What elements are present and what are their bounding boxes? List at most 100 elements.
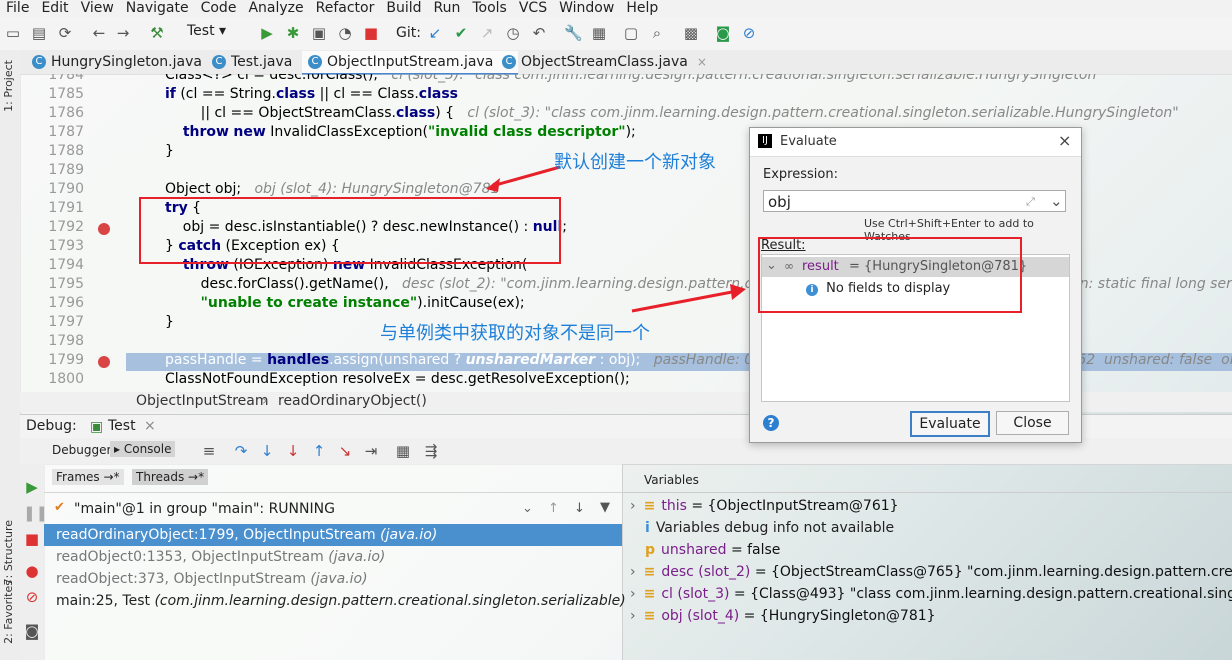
menu-item-tools[interactable]: Tools: [466, 0, 513, 18]
help-icon[interactable]: ?: [763, 415, 779, 431]
expand-chevron-icon[interactable]: ›: [630, 564, 636, 580]
back-icon[interactable]: ←: [90, 24, 108, 42]
stack-frame[interactable]: main:25, Test (com.jinm.learning.design.…: [56, 593, 626, 609]
menu-item-build[interactable]: Build: [380, 0, 427, 18]
coverage-icon[interactable]: ▣: [310, 24, 328, 42]
step-over-icon[interactable]: ↷: [232, 442, 250, 460]
menu-item-navigate[interactable]: Navigate: [120, 0, 195, 18]
git-push-icon[interactable]: ↗: [478, 24, 496, 42]
run-icon[interactable]: ▶: [258, 24, 276, 42]
menu-item-help[interactable]: Help: [620, 0, 664, 18]
tab-objectinputstream[interactable]: CObjectInputStream.java×: [302, 51, 519, 75]
camera-icon[interactable]: ◙: [23, 622, 41, 640]
build-hammer-icon[interactable]: ⚒: [148, 24, 166, 42]
variable-row[interactable]: i Variables debug info not available: [630, 520, 894, 536]
git-commit-icon[interactable]: ✔: [452, 24, 470, 42]
tab-objectstreamclass[interactable]: C ObjectStreamClass.java ×: [496, 51, 713, 73]
menu-item-window[interactable]: Window: [553, 0, 620, 18]
power-save-icon[interactable]: ⊘: [740, 24, 758, 42]
trace-icon[interactable]: ⇶: [422, 442, 440, 460]
expression-input[interactable]: obj ⤢ ⌄: [763, 190, 1066, 212]
save-icon[interactable]: ▤: [30, 24, 48, 42]
menu-item-run[interactable]: Run: [428, 0, 467, 18]
tasks-icon[interactable]: ▩: [682, 24, 700, 42]
tab-test[interactable]: CTest.java×: [206, 51, 317, 73]
expand-icon[interactable]: ⤢: [1026, 191, 1035, 213]
variable-row[interactable]: › ≡ desc (slot_2) = {ObjectStreamClass@765…: [630, 564, 1232, 580]
evaluate-button[interactable]: Evaluate: [910, 411, 990, 437]
filter-icon[interactable]: ▼: [600, 500, 610, 515]
debug-config-tab[interactable]: Test: [108, 418, 136, 434]
expand-chevron-icon[interactable]: ›: [630, 608, 636, 624]
git-revert-icon[interactable]: ↶: [530, 24, 548, 42]
frame-up-icon[interactable]: ↑: [548, 501, 559, 516]
menu-item-vcs[interactable]: VCS: [513, 0, 553, 18]
project-tool-tab[interactable]: 1: Project: [2, 60, 15, 112]
tab-label: ObjectInputStream.java: [327, 54, 494, 70]
force-step-into-icon[interactable]: ↓: [284, 442, 302, 460]
settings-wrench-icon[interactable]: 🔧: [564, 24, 583, 42]
debugger-tab[interactable]: Debugger: [52, 443, 111, 457]
stack-frame[interactable]: readObject0:1353, ObjectInputStream (jav…: [56, 549, 385, 565]
menu-item-view[interactable]: View: [75, 0, 120, 18]
profile-icon[interactable]: ◔: [336, 24, 354, 42]
breadcrumb-separator: ›: [262, 393, 268, 409]
search-icon[interactable]: ⌕: [648, 24, 666, 42]
run-to-cursor-icon[interactable]: ⇥: [362, 442, 380, 460]
expand-chevron-icon[interactable]: ›: [630, 498, 636, 514]
history-dropdown-icon[interactable]: ⌄: [1050, 190, 1063, 212]
structure-tool-tab[interactable]: 7: Structure: [2, 520, 15, 585]
menu-item-refactor[interactable]: Refactor: [310, 0, 381, 18]
variable-row[interactable]: › ≡ cl (slot_3) = {Class@493} "class com.j…: [630, 586, 1232, 602]
favorites-tool-tab[interactable]: 2: Favorites: [2, 580, 15, 644]
close-tab-icon[interactable]: ×: [144, 418, 156, 434]
run-config-select[interactable]: Test ▾: [187, 23, 226, 39]
variable-row[interactable]: › ≡ this = {ObjectInputStream@761}: [630, 498, 899, 514]
threads-tab[interactable]: Threads →*: [132, 469, 209, 485]
frame-down-icon[interactable]: ↓: [574, 501, 585, 516]
close-tab-icon[interactable]: ×: [697, 55, 707, 69]
project-structure-icon[interactable]: ▦: [590, 24, 608, 42]
forward-icon[interactable]: →: [114, 24, 132, 42]
variable-row[interactable]: p unshared = false: [630, 542, 780, 558]
show-execution-point-icon[interactable]: ≡: [200, 442, 218, 460]
stop-debug-icon[interactable]: ■: [23, 530, 41, 548]
step-out-icon[interactable]: ↑: [310, 442, 328, 460]
git-label: Git:: [396, 25, 421, 41]
expand-chevron-icon[interactable]: ›: [630, 586, 636, 602]
menu-item-file[interactable]: File: [0, 0, 35, 18]
open-folder-icon[interactable]: ▭: [4, 24, 22, 42]
breadcrumb-method[interactable]: readOrdinaryObject(): [278, 393, 427, 409]
resume-icon[interactable]: ▶: [23, 478, 41, 496]
thread-selector[interactable]: ✔ "main"@1 in group "main": RUNNING ⌄ ↑ …: [44, 497, 622, 523]
menu-item-code[interactable]: Code: [195, 0, 243, 18]
git-history-icon[interactable]: ◷: [504, 24, 522, 42]
evaluate-expression-icon[interactable]: ▦: [394, 442, 412, 460]
stack-frame[interactable]: readOrdinaryObject:1799, ObjectInputStre…: [56, 527, 437, 543]
mute-breakpoints-icon[interactable]: ⊘: [23, 588, 41, 606]
debug-config-icon: ▣: [90, 419, 104, 435]
close-button[interactable]: Close: [996, 411, 1069, 435]
view-breakpoints-icon[interactable]: ●: [23, 562, 41, 580]
stack-frame[interactable]: readObject:373, ObjectInputStream (java.…: [56, 571, 368, 587]
drop-frame-icon[interactable]: ↘: [336, 442, 354, 460]
console-tab[interactable]: ▸ Console: [110, 441, 176, 457]
menu-bar: File Edit View Navigate Code Analyze Refactor B…: [0, 0, 1232, 18]
tab-hungrysingleton[interactable]: CHungrySingleton.java×: [26, 51, 227, 73]
activity-monitor-icon[interactable]: ◙: [714, 24, 732, 42]
window-icon[interactable]: ▢: [622, 24, 640, 42]
step-into-icon[interactable]: ↓: [258, 442, 276, 460]
debug-icon[interactable]: ✱: [284, 24, 302, 42]
variable-row[interactable]: › ≡ obj (slot_4) = {HungrySingleton@781}: [630, 608, 936, 624]
frames-tab[interactable]: Frames →*: [52, 469, 124, 485]
stop-icon[interactable]: ■: [362, 24, 380, 42]
chevron-down-icon[interactable]: ⌄: [522, 501, 533, 516]
menu-item-edit[interactable]: Edit: [35, 0, 74, 18]
git-update-icon[interactable]: ↙: [426, 24, 444, 42]
menu-item-analyze[interactable]: Analyze: [242, 0, 309, 18]
breadcrumb-class[interactable]: ObjectInputStream: [136, 393, 269, 409]
thread-check-icon: ✔: [54, 500, 65, 515]
sync-icon[interactable]: ⟳: [56, 24, 74, 42]
pause-icon[interactable]: ❚❚: [23, 504, 48, 522]
dialog-close-icon[interactable]: ×: [1058, 131, 1071, 150]
